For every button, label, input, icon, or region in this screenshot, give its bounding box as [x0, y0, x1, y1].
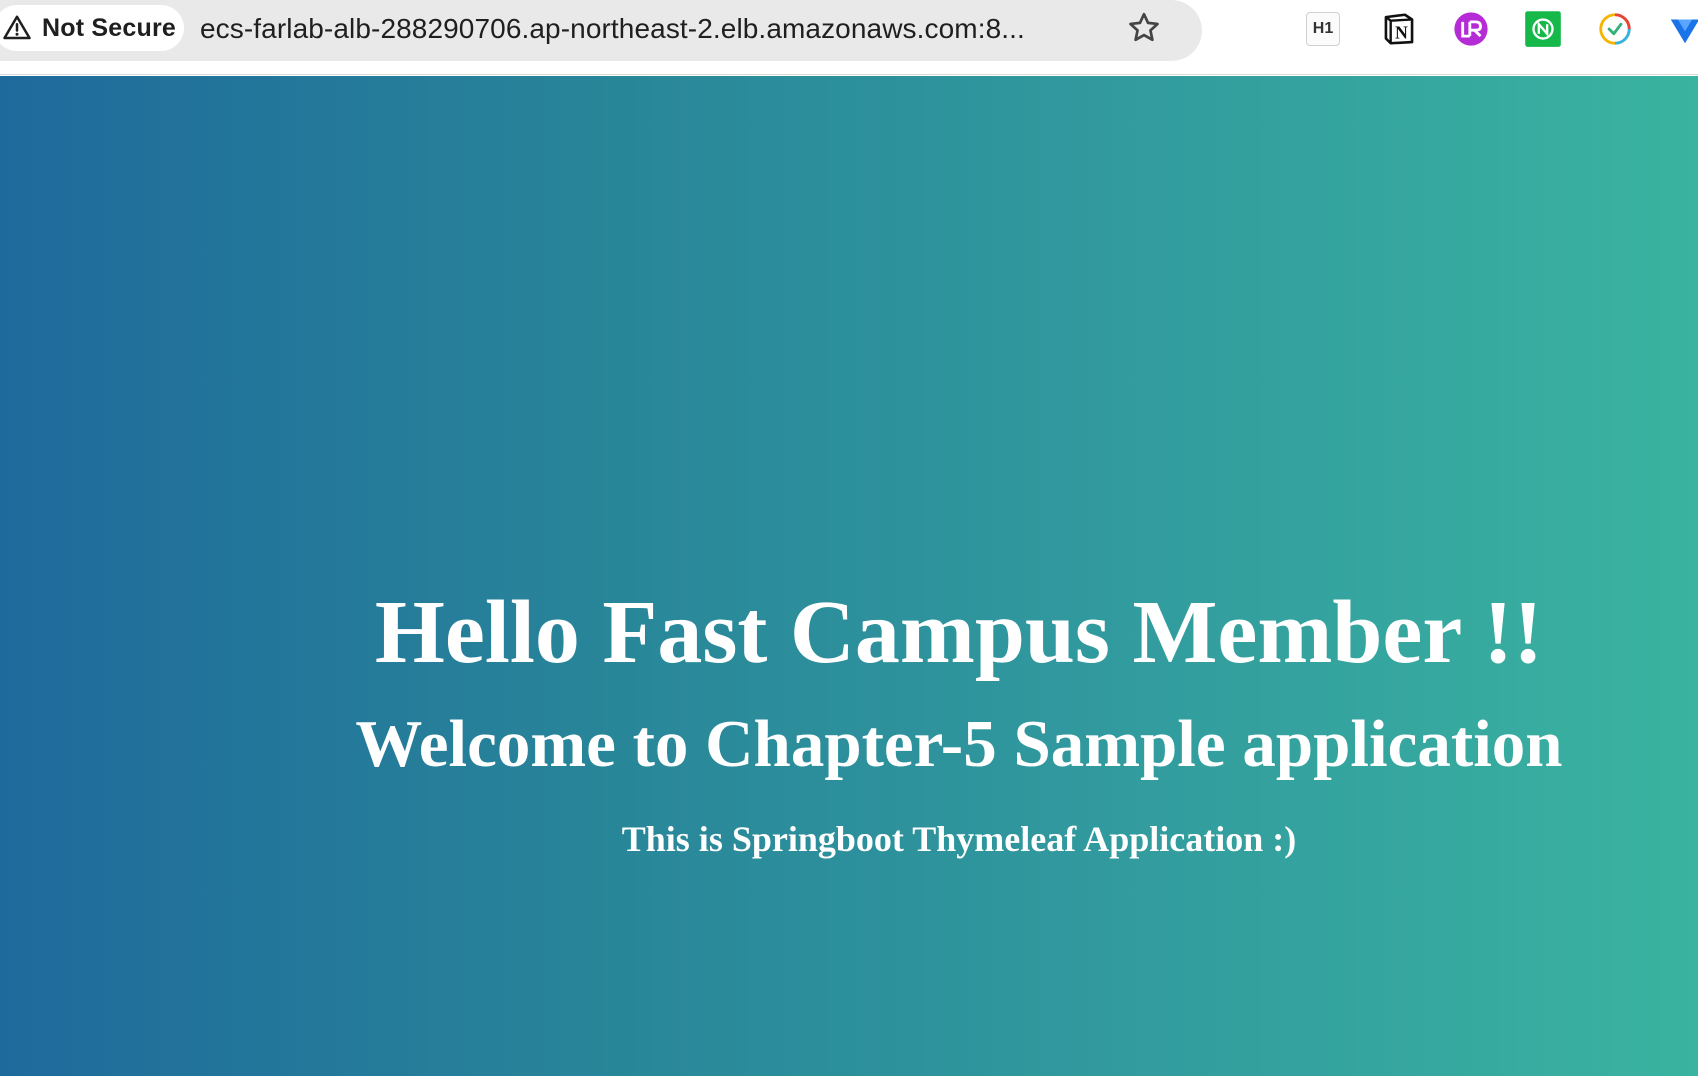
browser-toolbar: Not Secure ecs-farlab-alb-288290706.ap-n…	[0, 0, 1698, 75]
address-bar[interactable]: Not Secure ecs-farlab-alb-288290706.ap-n…	[0, 0, 1202, 61]
bookmark-star-icon[interactable]	[1126, 10, 1162, 46]
security-indicator[interactable]: Not Secure	[0, 5, 184, 51]
notion-extension-icon[interactable]: N	[1380, 10, 1418, 48]
h1-extension-icon[interactable]: H1	[1306, 12, 1340, 46]
svg-text:N: N	[1395, 23, 1408, 43]
blue-extension-icon[interactable]	[1666, 10, 1698, 48]
page-content: Hello Fast Campus Member !! Welcome to C…	[0, 76, 1698, 1076]
clock-extension-icon[interactable]	[1596, 10, 1634, 48]
security-label: Not Secure	[42, 13, 176, 42]
page-description: This is Springboot Thymeleaf Application…	[621, 819, 1297, 859]
url-text[interactable]: ecs-farlab-alb-288290706.ap-northeast-2.…	[200, 13, 1100, 45]
page-subheading: Welcome to Chapter-5 Sample application	[355, 707, 1563, 781]
purple-extension-icon[interactable]	[1452, 10, 1490, 48]
warning-icon	[3, 15, 31, 40]
page-heading: Hello Fast Campus Member !!	[374, 583, 1544, 682]
green-extension-icon[interactable]	[1524, 10, 1562, 48]
h1-extension-label: H1	[1312, 20, 1334, 37]
